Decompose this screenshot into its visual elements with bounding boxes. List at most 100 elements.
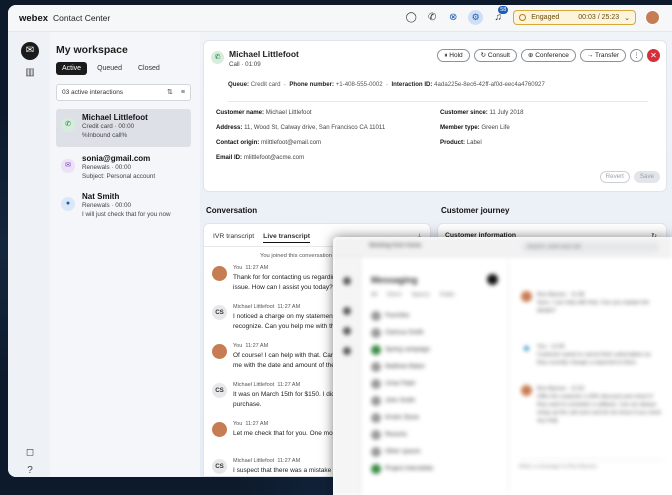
space-label: Project Interstellar (385, 466, 434, 472)
end-call-icon[interactable]: ✕ (647, 49, 660, 62)
space-label: John Smith (385, 398, 416, 404)
space-list-item[interactable]: Spring campaign (371, 343, 430, 357)
interaction-detail: Renewals · 00:00 (82, 202, 132, 209)
left-rail: ✉ ▥ ◻ ? (8, 32, 50, 477)
search-input[interactable]: Search, meet and call (521, 242, 659, 252)
meetings-icon[interactable] (343, 347, 351, 355)
hold-button[interactable]: ⏸ Hold (437, 49, 470, 62)
interaction-item[interactable]: ● Nat Smith Renewals · 00:00 I will just ch… (56, 188, 191, 226)
field-address: Address: 11, Wood St, Calway drive, San … (216, 124, 386, 131)
agent-state-dropdown[interactable]: Engaged 00:03 / 25:23 ⌄ (513, 10, 636, 25)
state-icon (519, 14, 527, 21)
space-list-item[interactable]: John Smith (371, 394, 415, 408)
webex-app-window: Working from home Search, meet and call … (333, 237, 672, 495)
tab-ivr-transcript[interactable]: IVR transcript (213, 233, 254, 243)
space-avatar (371, 396, 381, 406)
state-timer: 00:03 / 25:23 (578, 14, 620, 21)
chat-icon: ● (61, 197, 75, 211)
tab-closed[interactable]: Closed (132, 62, 166, 75)
app-chat-message: Ron Barnes · 11:52 Offer the customer a 3… (521, 385, 661, 425)
space-avatar (371, 430, 381, 440)
filter-direct[interactable]: Direct (387, 292, 401, 298)
teams-icon[interactable] (343, 307, 351, 315)
interaction-item[interactable]: ✆ Michael Littlefoot Credit card · 00:00 %I… (56, 109, 191, 147)
filter-spaces[interactable]: Spaces (412, 292, 430, 298)
space-list-item[interactable]: Kristin Stone (371, 411, 419, 425)
notifications-icon[interactable]: ♫ 58 (492, 5, 509, 24)
workspace-tabs: Active Queued Closed (56, 62, 166, 75)
chevron-down-icon: ⌄ (624, 14, 630, 22)
help-icon[interactable]: ? (22, 463, 38, 477)
product-name: Contact Center (53, 13, 111, 23)
space-list-item[interactable]: Umar Patel (371, 377, 415, 391)
space-list-item[interactable]: Other spaces (371, 445, 421, 459)
space-list-item[interactable]: Matthew Baker (371, 360, 425, 374)
divider (228, 101, 648, 102)
user-avatar[interactable] (645, 10, 660, 25)
space-label: Recents (385, 432, 408, 438)
interaction-preview: I will just check that for you now (82, 210, 171, 218)
app-chat-message: Ron Barnes · 11:48 Sure, I can help with … (521, 291, 661, 315)
interaction-name: Michael Littlefoot (82, 113, 148, 122)
active-interactions-bar: 03 active interactions ⇅ ≡ (56, 84, 191, 101)
new-message-icon[interactable] (487, 274, 498, 285)
app-window-title: Working from home (369, 243, 422, 249)
space-list-item[interactable]: Favorites (371, 309, 410, 323)
phone-icon: ✆ (61, 118, 75, 132)
joined-notice: You joined this conversation (260, 253, 332, 259)
app-rail (333, 257, 361, 495)
message-avatar (521, 385, 532, 396)
field-customer-since: Customer since: 11 July 2018 (440, 109, 524, 116)
link-icon[interactable]: ⊗ (447, 12, 459, 24)
tab-queued[interactable]: Queued (91, 62, 128, 75)
interaction-detail: Renewals · 00:00 (82, 164, 132, 171)
consult-button[interactable]: ↻ Consult (473, 49, 517, 62)
contact-name: Michael Littlefoot (229, 49, 299, 59)
space-label: Umar Patel (385, 381, 416, 387)
compose-input[interactable]: Write a message to Ron Barnes (519, 459, 664, 481)
save-button[interactable]: Save (633, 171, 660, 183)
inbox-icon[interactable]: ✉ (21, 42, 39, 60)
space-label: Other spaces (385, 449, 421, 455)
message-text: Customer wants to cancel their subscript… (537, 352, 651, 366)
filter-all[interactable]: All (371, 292, 377, 298)
settings-icon[interactable]: ⚙ (468, 10, 484, 25)
space-list-item[interactable]: Clarissa Smith (371, 326, 424, 340)
message-avatar: CS (212, 305, 227, 320)
space-avatar (371, 379, 381, 389)
revert-button[interactable]: Revert (599, 171, 630, 183)
feedback-icon[interactable]: ◻ (22, 445, 38, 461)
more-options-icon[interactable]: ⋮ (630, 49, 643, 62)
interaction-item[interactable]: ✉ sonia@gmail.com Renewals · 00:00 Subject:… (56, 150, 191, 188)
top-bar: webex Contact Center ◯ ✆ ⊗ ⚙ ♫ 58 Engaged… (8, 5, 672, 32)
space-avatar (371, 328, 381, 338)
tab-live-transcript[interactable]: Live transcript (263, 233, 311, 243)
message-avatar (212, 422, 227, 437)
transfer-button[interactable]: → Transfer (579, 49, 626, 62)
app-title-bar: Working from home Search, meet and call (333, 237, 672, 257)
call-status: Call · 01:09 (229, 61, 261, 68)
message-meta: Ron Barnes · 11:48 (537, 292, 585, 298)
call-controls: ⏸ Hold ↻ Consult ⊕ Conference → Transfer… (437, 49, 660, 62)
calling-icon[interactable] (343, 327, 351, 335)
messaging-icon[interactable] (343, 277, 351, 285)
space-list-item[interactable]: Recents (371, 428, 407, 442)
messaging-list: Messaging All Direct Spaces Public Favor… (361, 257, 509, 495)
sort-icon[interactable]: ⇅ (167, 85, 173, 100)
interaction-preview: Subject: Personal account (82, 172, 156, 180)
conference-button[interactable]: ⊕ Conference (520, 49, 576, 62)
tab-active[interactable]: Active (56, 62, 88, 75)
message-meta: Ron Barnes · 11:52 (537, 386, 585, 392)
top-bar-actions: ◯ ✆ ⊗ ⚙ ♫ 58 Engaged 00:03 / 25:23 ⌄ (405, 5, 660, 25)
phone-icon[interactable]: ✆ (426, 12, 438, 24)
agent-state: Engaged (531, 14, 560, 21)
space-list-item[interactable]: Project Interstellar (371, 462, 433, 476)
analytics-icon[interactable]: ▥ (22, 65, 38, 81)
filter-icon[interactable]: ≡ (181, 85, 185, 100)
field-contact-origin: Contact origin: mlittlefoot@email.com (216, 139, 322, 146)
message-avatar (524, 346, 529, 351)
space-avatar (371, 464, 381, 474)
chat-bubble-icon[interactable]: ◯ (405, 12, 417, 24)
app-chat-message: You · 11:50 Customer wants to cancel thei… (521, 343, 661, 367)
filter-public[interactable]: Public (440, 292, 455, 298)
